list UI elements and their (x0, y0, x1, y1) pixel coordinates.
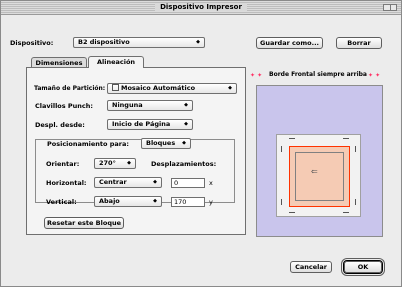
block-tile: ⇐ (289, 146, 350, 207)
x-axis-label: x (209, 179, 213, 187)
tile-inner-frame (295, 152, 344, 201)
mosaic-icon (112, 84, 119, 91)
punch-pins-value: Ninguna (112, 101, 143, 109)
popup-arrows-icon: ◆ (153, 179, 157, 185)
cancel-button[interactable]: Cancelar (290, 261, 332, 273)
left-arrow-icon: ⇐ (311, 167, 318, 176)
ok-button[interactable]: OK (344, 261, 382, 273)
caption-arrow-left-icon: ✦ ✦ (250, 72, 263, 79)
popup-arrows-icon: ◆ (127, 160, 131, 166)
orient-label: Orientar: (46, 160, 80, 168)
crop-mark (281, 146, 282, 152)
crop-mark (343, 138, 349, 139)
position-for-value: Bloques (146, 139, 176, 147)
offset-from-value: Inicio de Página (112, 120, 171, 128)
window-title: Dispositivo Impresor (155, 3, 247, 11)
punch-pins-popup[interactable]: Ninguna ◆ (107, 100, 193, 111)
crop-mark (289, 138, 295, 139)
reset-block-button[interactable]: Resetar este Bloque (44, 217, 124, 229)
y-axis-label: y (209, 198, 213, 206)
offset-from-label: Despl. desde: (35, 121, 85, 129)
crop-mark (355, 146, 356, 152)
partition-size-popup[interactable]: Mosaico Automático ◆ (107, 83, 237, 94)
popup-arrows-icon: ◆ (153, 198, 157, 204)
offset-from-popup[interactable]: Inicio de Página ◆ (107, 119, 193, 130)
preview-caption: Borde Frontal siempre arriba (269, 71, 367, 78)
crop-mark (281, 199, 282, 205)
popup-arrows-icon: ◆ (184, 102, 188, 108)
popup-arrows-icon: ◆ (196, 39, 200, 45)
tab-alineacion[interactable]: Alineación (88, 56, 144, 68)
device-popup[interactable]: B2 dispositivo ◆ (73, 37, 205, 48)
horizontal-offset-field[interactable]: 0 (171, 178, 205, 188)
device-popup-value: B2 dispositivo (78, 38, 130, 46)
position-for-label: Posicionamiento para: (45, 140, 131, 148)
caption-arrow-right-icon: ✦ ✦ (368, 72, 381, 79)
positioning-group (35, 139, 235, 203)
vertical-label: Vertical: (46, 198, 77, 206)
page-preview: ⇐ (256, 85, 383, 237)
orient-value: 270° (99, 159, 116, 167)
crop-mark (343, 212, 349, 213)
horizontal-value: Centrar (99, 178, 127, 186)
position-for-popup[interactable]: Bloques ◆ (141, 138, 191, 149)
popup-arrows-icon: ◆ (228, 85, 232, 91)
delete-button[interactable]: Borrar (336, 37, 382, 49)
save-as-button[interactable]: Guardar como... (256, 37, 323, 49)
paper-sheet: ⇐ (276, 134, 361, 217)
offsets-label: Desplazamientos: (151, 160, 217, 168)
crop-mark (355, 199, 356, 205)
partition-size-label: Tamaño de Partición: (34, 85, 106, 92)
partition-size-value: Mosaico Automático (121, 84, 196, 92)
popup-arrows-icon: ◆ (182, 140, 186, 146)
vertical-offset-field[interactable]: 170 (171, 197, 205, 207)
vertical-value: Abajo (99, 197, 120, 205)
device-label: Dispositivo: (10, 39, 54, 47)
zoom-box-icon[interactable] (383, 4, 397, 11)
orient-popup[interactable]: 270° ◆ (94, 158, 136, 169)
crop-mark (289, 212, 295, 213)
print-device-dialog: Dispositivo Impresor Dispositivo: B2 dis… (0, 0, 402, 287)
horizontal-label: Horizontal: (46, 179, 87, 187)
punch-pins-label: Clavillos Punch: (35, 102, 94, 110)
title-bar[interactable]: Dispositivo Impresor (1, 1, 401, 15)
vertical-popup[interactable]: Abajo ◆ (94, 196, 162, 207)
popup-arrows-icon: ◆ (184, 121, 188, 127)
horizontal-popup[interactable]: Centrar ◆ (94, 177, 162, 188)
